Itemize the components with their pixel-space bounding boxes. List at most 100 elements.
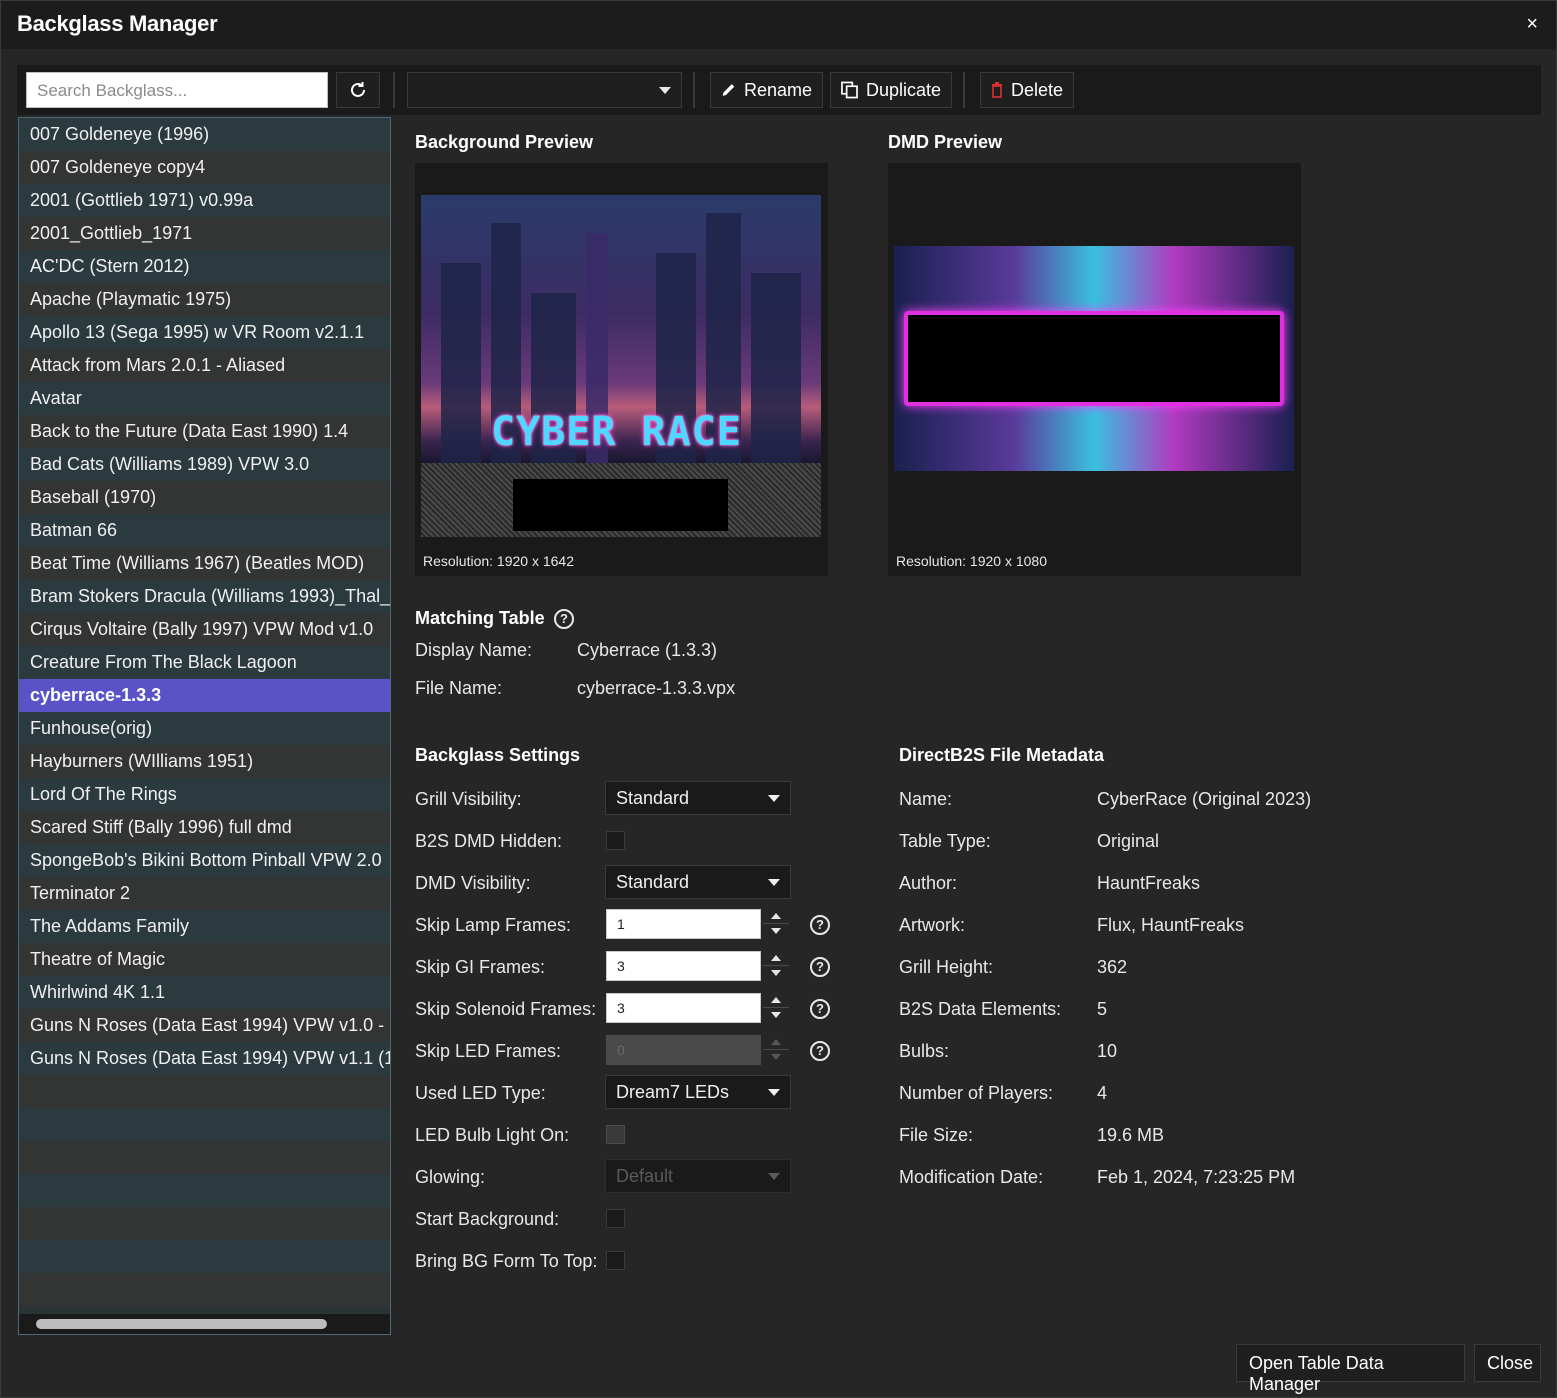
help-icon[interactable]: ? <box>810 1041 830 1061</box>
b2s-dmd-hidden-label: B2S DMD Hidden: <box>415 831 563 851</box>
list-item[interactable]: SpongeBob's Bikini Bottom Pinball VPW 2.… <box>19 844 390 877</box>
list-item[interactable]: 007 Goldeneye (1996) <box>19 118 390 151</box>
grill-visibility-dropdown[interactable]: Standard <box>605 781 791 815</box>
list-item[interactable]: Attack from Mars 2.0.1 - Aliased <box>19 349 390 382</box>
list-item[interactable]: Hayburners (WIlliams 1951) <box>19 745 390 778</box>
help-icon[interactable]: ? <box>810 915 830 935</box>
display-name-value: Cyberrace (1.3.3) <box>577 640 718 660</box>
chevron-down-icon <box>768 1173 780 1180</box>
list-item[interactable]: Guns N Roses (Data East 1994) VPW v1.0 -… <box>19 1009 390 1042</box>
dmd-visibility-dropdown[interactable]: Standard <box>605 865 791 899</box>
list-item[interactable]: Terminator 2 <box>19 877 390 910</box>
toolbar-separator <box>963 72 965 108</box>
backglass-list-rows: 007 Goldeneye (1996) 007 Goldeneye copy4 2… <box>19 118 390 1306</box>
search-input[interactable]: Search Backglass... <box>26 72 328 108</box>
skip-led-frames-label: Skip LED Frames: <box>415 1041 562 1061</box>
empty-list-row <box>19 1075 390 1108</box>
backglass-selector-dropdown[interactable] <box>407 72 682 108</box>
background-resolution: Resolution: 1920 x 1642 <box>423 553 574 569</box>
file-name-value: cyberrace-1.3.3.vpx <box>577 678 736 698</box>
help-icon[interactable]: ? <box>810 999 830 1019</box>
duplicate-button[interactable]: Duplicate <box>830 72 952 108</box>
list-item[interactable]: Avatar <box>19 382 390 415</box>
empty-list-row <box>19 1273 390 1306</box>
list-item[interactable]: Beat Time (Williams 1967) (Beatles MOD) <box>19 547 390 580</box>
list-item[interactable]: Scared Stiff (Bally 1996) full dmd <box>19 811 390 844</box>
list-item[interactable]: Bad Cats (Williams 1989) VPW 3.0 <box>19 448 390 481</box>
skip-lamp-frames-spinner[interactable] <box>763 909 789 939</box>
list-item[interactable]: 007 Goldeneye copy4 <box>19 151 390 184</box>
skip-gi-frames-input[interactable]: 3 <box>606 951 761 981</box>
help-icon[interactable]: ? <box>554 609 574 629</box>
metadata-label: Table Type: <box>899 831 991 851</box>
close-icon[interactable]: × <box>1526 13 1538 36</box>
chevron-down-icon <box>659 87 671 94</box>
horizontal-scrollbar[interactable] <box>19 1314 390 1334</box>
skip-gi-frames-label: Skip GI Frames: <box>415 957 546 977</box>
backglass-settings-title: Backglass Settings <box>415 745 581 765</box>
metadata-label: B2S Data Elements: <box>899 999 1062 1019</box>
list-item[interactable]: Back to the Future (Data East 1990) 1.4 <box>19 415 390 448</box>
start-background-label: Start Background: <box>415 1209 560 1229</box>
skip-solenoid-frames-label: Skip Solenoid Frames: <box>415 999 597 1019</box>
delete-button[interactable]: Delete <box>980 72 1074 108</box>
chevron-down-icon <box>768 1089 780 1096</box>
list-item[interactable]: Apollo 13 (Sega 1995) w VR Room v2.1.1 <box>19 316 390 349</box>
used-led-type-value: Dream7 LEDs <box>616 1082 730 1102</box>
toolbar-separator <box>393 72 395 108</box>
led-bulb-light-checkbox <box>606 1125 625 1144</box>
empty-list-row <box>19 1141 390 1174</box>
metadata-label: Author: <box>899 873 958 893</box>
list-item[interactable]: Whirlwind 4K 1.1 <box>19 976 390 1009</box>
refresh-icon <box>351 82 365 97</box>
list-item[interactable]: Baseball (1970) <box>19 481 390 514</box>
empty-list-row <box>19 1174 390 1207</box>
metadata-label: File Size: <box>899 1125 974 1145</box>
list-item[interactable]: Bram Stokers Dracula (Williams 1993)_Tha… <box>19 580 390 613</box>
b2s-dmd-hidden-checkbox[interactable] <box>606 831 625 850</box>
list-item[interactable]: Creature From The Black Lagoon <box>19 646 390 679</box>
bring-bg-form-checkbox[interactable] <box>606 1251 625 1270</box>
skip-gi-frames-spinner[interactable] <box>763 951 789 981</box>
metadata-value: Original <box>1097 831 1160 851</box>
scrollbar-thumb[interactable] <box>36 1319 327 1329</box>
backglass-list[interactable]: 007 Goldeneye (1996) 007 Goldeneye copy4 2… <box>18 117 391 1335</box>
list-item[interactable]: Guns N Roses (Data East 1994) VPW v1.1 (… <box>19 1042 390 1075</box>
open-table-data-manager-button[interactable]: Open Table Data Manager <box>1236 1344 1465 1394</box>
skip-lamp-frames-input[interactable]: 1 <box>606 909 761 939</box>
glowing-dropdown: Default <box>605 1159 791 1193</box>
metadata-value: 10 <box>1097 1041 1118 1061</box>
metadata-value: 362 <box>1097 957 1128 977</box>
background-preview-image: CYBER RACE <box>421 195 821 537</box>
list-item[interactable]: cyberrace-1.3.3 <box>19 679 390 712</box>
cyber-race-logo: CYBER RACE <box>491 409 742 455</box>
metadata-label: Modification Date: <box>899 1167 1044 1187</box>
list-item[interactable]: 2001_Gottlieb_1971 <box>19 217 390 250</box>
rename-label: Rename <box>743 79 812 100</box>
toolbar: Search Backglass... Rename Duplicate Del… <box>17 65 1541 115</box>
title-bar: Backglass Manager × <box>1 1 1556 49</box>
help-icon[interactable]: ? <box>810 957 830 977</box>
refresh-button[interactable] <box>336 72 380 108</box>
rename-button[interactable]: Rename <box>710 72 823 108</box>
list-item[interactable]: Batman 66 <box>19 514 390 547</box>
dmd-resolution: Resolution: 1920 x 1080 <box>896 553 1047 569</box>
grill-visibility-label: Grill Visibility: <box>415 789 522 809</box>
dmd-preview-image <box>894 246 1294 471</box>
list-item[interactable]: Apache (Playmatic 1975) <box>19 283 390 316</box>
list-item[interactable]: Lord Of The Rings <box>19 778 390 811</box>
skip-solenoid-frames-spinner[interactable] <box>763 993 789 1023</box>
metadata-label: Grill Height: <box>899 957 994 977</box>
skip-solenoid-frames-input[interactable]: 3 <box>606 993 761 1023</box>
metadata-label: Number of Players: <box>899 1083 1054 1103</box>
list-item[interactable]: AC'DC (Stern 2012) <box>19 250 390 283</box>
list-item[interactable]: The Addams Family <box>19 910 390 943</box>
metadata-value: 4 <box>1097 1083 1108 1103</box>
list-item[interactable]: 2001 (Gottlieb 1971) v0.99a <box>19 184 390 217</box>
list-item[interactable]: Funhouse(orig) <box>19 712 390 745</box>
used-led-type-dropdown[interactable]: Dream7 LEDs <box>605 1075 791 1109</box>
start-background-checkbox[interactable] <box>606 1209 625 1228</box>
list-item[interactable]: Cirqus Voltaire (Bally 1997) VPW Mod v1.… <box>19 613 390 646</box>
close-button[interactable]: Close <box>1474 1344 1541 1382</box>
list-item[interactable]: Theatre of Magic <box>19 943 390 976</box>
